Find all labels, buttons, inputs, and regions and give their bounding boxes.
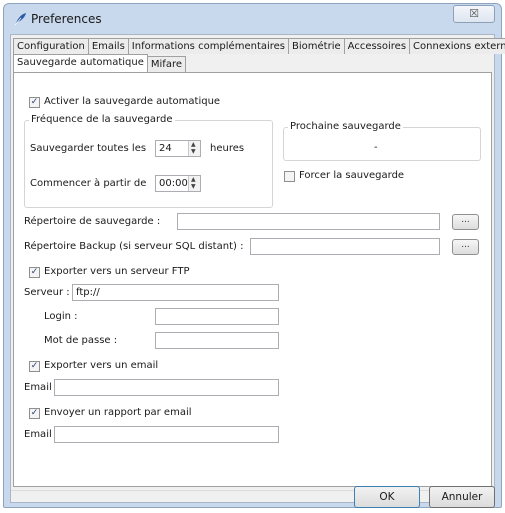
ftp-password-input[interactable] (155, 332, 279, 349)
frequency-group-title: Fréquence de la sauvegarde (29, 114, 175, 125)
ftp-server-value: ftp:// (76, 287, 100, 298)
tab-informations-complementaires[interactable]: Informations complémentaires (127, 38, 290, 54)
force-backup-label: Forcer la sauvegarde (299, 170, 405, 181)
start-time-input[interactable]: 00:00 ▲ ▼ (155, 175, 201, 192)
backup-every-hours-input[interactable]: 24 ▲ ▼ (155, 140, 201, 157)
start-from-label: Commencer à partir de (30, 178, 147, 189)
ftp-export-label: Exporter vers un serveur FTP (44, 266, 190, 277)
email-export-label: Exporter vers un email (44, 360, 159, 371)
title-bar[interactable]: Preferences ☒ (4, 4, 501, 34)
backup-sql-dir-label: Répertoire Backup (si serveur SQL distan… (24, 241, 244, 252)
close-icon: ☒ (469, 7, 479, 20)
backup-dir-input[interactable] (177, 213, 440, 230)
tab-mifare[interactable]: Mifare (146, 56, 186, 72)
backup-every-label: Sauvegarder toutes les (30, 143, 147, 154)
ftp-password-label: Mot de passe : (44, 335, 118, 346)
next-backup-group: Prochaine sauvegarde - (283, 121, 481, 161)
tab-sauvegarde-automatique[interactable]: Sauvegarde automatique (13, 54, 148, 72)
email-report-input[interactable] (54, 426, 279, 443)
email-export-input[interactable] (54, 379, 279, 396)
time-spinner[interactable]: ▲ ▼ (188, 176, 200, 191)
enable-auto-backup-checkbox[interactable]: ✓ (29, 97, 40, 108)
ok-button[interactable]: OK (354, 486, 420, 508)
hours-spinner[interactable]: ▲ ▼ (188, 141, 200, 156)
ftp-login-input[interactable] (155, 308, 279, 325)
backup-sql-dir-input[interactable] (250, 238, 440, 255)
window-title: Preferences (31, 12, 102, 26)
feather-icon (14, 13, 26, 26)
footer-divider (11, 490, 494, 491)
tab-biometrie[interactable]: Biométrie (288, 38, 345, 54)
hours-unit-label: heures (210, 143, 245, 154)
email-report-checkbox[interactable]: ✓ (29, 408, 40, 419)
spin-down-icon[interactable]: ▼ (191, 149, 196, 155)
tab-page-sauvegarde: ✓ Activer la sauvegarde automatique Fréq… (13, 72, 492, 487)
cancel-button[interactable]: Annuler (429, 486, 495, 508)
close-button[interactable]: ☒ (453, 5, 495, 23)
ftp-export-checkbox[interactable]: ✓ (29, 267, 40, 278)
backup-dir-label: Répertoire de sauvegarde : (24, 216, 161, 227)
tab-row-1: Configuration Emails Informations complé… (13, 38, 505, 55)
tab-emails[interactable]: Emails (87, 38, 129, 54)
email-export-checkbox[interactable]: ✓ (29, 361, 40, 372)
tab-configuration[interactable]: Configuration (13, 38, 89, 54)
enable-auto-backup-label: Activer la sauvegarde automatique (44, 96, 221, 107)
email-report-label: Envoyer un rapport par email (44, 407, 192, 418)
frequency-group: Fréquence de la sauvegarde Sauvegarder t… (24, 114, 273, 208)
tab-accessoires[interactable]: Accessoires (343, 38, 411, 54)
ftp-server-label: Serveur : (24, 287, 70, 298)
ftp-server-input[interactable]: ftp:// (72, 284, 279, 301)
dialog-client-area: Configuration Emails Informations complé… (10, 34, 505, 508)
ftp-login-label: Login : (44, 311, 78, 322)
spin-down-icon[interactable]: ▼ (191, 184, 196, 190)
backup-sql-dir-browse-button[interactable]: ... (452, 239, 479, 255)
tab-row-2: Sauvegarde automatique Mifare (13, 54, 186, 72)
preferences-window: Preferences ☒ Configuration Emails Infor… (3, 3, 505, 508)
backup-dir-browse-button[interactable]: ... (452, 214, 479, 230)
next-backup-value: - (374, 142, 378, 153)
tab-connexions-externes[interactable]: Connexions externes (409, 38, 505, 54)
start-time-value: 00:00 (159, 178, 188, 189)
backup-every-hours-value: 24 (159, 143, 172, 154)
next-backup-group-title: Prochaine sauvegarde (288, 121, 403, 132)
force-backup-checkbox[interactable] (284, 171, 295, 182)
